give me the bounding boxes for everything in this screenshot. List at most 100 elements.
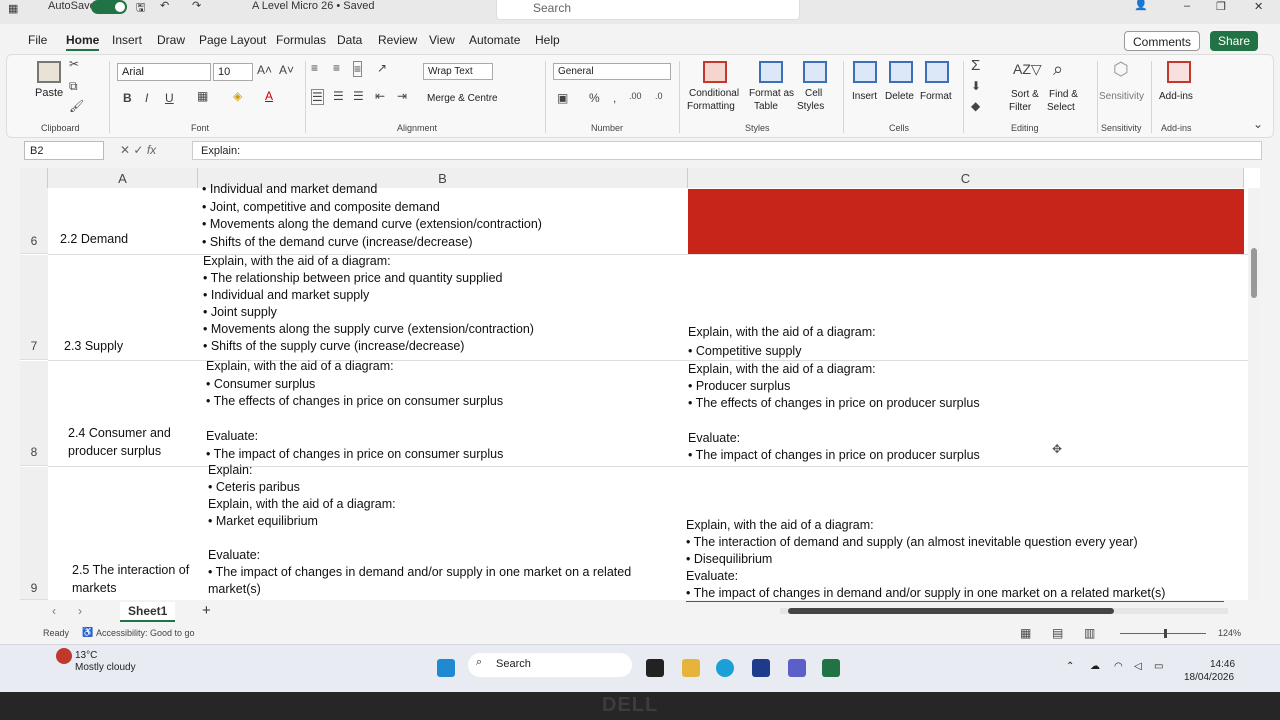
align-center-icon[interactable]: ☰	[333, 89, 344, 103]
undo-icon[interactable]: ↶	[160, 0, 169, 12]
underline-icon[interactable]: U	[165, 91, 174, 105]
worksheet-grid[interactable]: A B C 6 2.2 Demand • Individual and mark…	[20, 168, 1260, 603]
align-left-icon[interactable]: ☰	[311, 89, 324, 105]
align-middle-icon[interactable]: ≡	[333, 61, 340, 75]
accessibility-status[interactable]: Accessibility: Good to go	[96, 628, 195, 638]
clock-time[interactable]: 14:46	[1210, 659, 1235, 670]
insert-cells-button[interactable]: Insert	[852, 91, 877, 102]
cell-c7[interactable]: Explain, with the aid of a diagram: • Co…	[688, 323, 876, 361]
number-format-select[interactable]: General	[553, 63, 671, 80]
next-sheet-icon[interactable]: ›	[78, 604, 82, 618]
accounting-format-icon[interactable]: ▣	[557, 91, 568, 105]
sensitivity-icon[interactable]: ⬡	[1113, 59, 1129, 80]
autosum-icon[interactable]: Σ	[971, 57, 980, 74]
windows-start-icon[interactable]	[437, 659, 455, 677]
font-color-icon[interactable]: A	[265, 89, 273, 103]
accessibility-icon[interactable]: ♿	[82, 627, 93, 638]
wifi-icon[interactable]: ◠	[1114, 661, 1123, 672]
add-sheet-button[interactable]: +	[202, 602, 211, 619]
decrease-font-icon[interactable]: A˅	[279, 63, 294, 77]
paste-icon[interactable]	[37, 61, 61, 83]
cell-b6[interactable]: • Individual and market demand • Joint, …	[202, 181, 542, 251]
font-name-select[interactable]: Arial	[117, 63, 211, 81]
tab-view[interactable]: View	[429, 33, 455, 47]
fill-color-icon[interactable]: ◈	[233, 89, 242, 103]
row-header-8[interactable]: 8	[20, 361, 48, 466]
edge-browser-icon[interactable]	[716, 659, 734, 677]
cut-icon[interactable]: ✂	[69, 57, 79, 71]
tab-data[interactable]: Data	[337, 33, 362, 47]
format-as-table-button[interactable]: Format as	[749, 88, 794, 99]
cell-a9[interactable]: 2.5 The interaction of markets	[72, 561, 189, 597]
tab-draw[interactable]: Draw	[157, 33, 185, 47]
search-input[interactable]: Search	[496, 0, 800, 20]
insert-cells-icon[interactable]	[853, 61, 877, 83]
vertical-scrollbar[interactable]	[1248, 188, 1260, 600]
align-right-icon[interactable]: ☰	[353, 89, 364, 103]
italic-icon[interactable]: I	[145, 91, 148, 105]
excel-taskbar-icon[interactable]	[822, 659, 840, 677]
autosave-toggle[interactable]	[91, 0, 127, 14]
column-header-c[interactable]: C	[688, 168, 1244, 188]
formula-input[interactable]: Explain:	[192, 141, 1262, 160]
comments-button[interactable]: Comments	[1124, 31, 1201, 51]
increase-decimal-icon[interactable]: .00	[629, 91, 642, 101]
cell-b7[interactable]: Explain, with the aid of a diagram: • Th…	[203, 253, 534, 355]
cell-styles-icon[interactable]	[803, 61, 827, 83]
cell-b9[interactable]: Explain: • Ceteris paribus Explain, with…	[208, 462, 631, 598]
clock-date[interactable]: 18/04/2026	[1184, 672, 1234, 683]
format-painter-icon[interactable]: 🖌	[69, 99, 84, 113]
red-filled-cell[interactable]	[688, 189, 1244, 255]
tab-insert[interactable]: Insert	[112, 33, 142, 47]
bold-icon[interactable]: B	[123, 91, 132, 105]
tab-page-layout[interactable]: Page Layout	[199, 33, 266, 47]
increase-indent-icon[interactable]: ⇥	[397, 89, 407, 103]
copy-icon[interactable]: ⧉	[69, 79, 78, 94]
sheet-tab-sheet1[interactable]: Sheet1	[120, 602, 176, 622]
increase-font-icon[interactable]: A˄	[257, 63, 272, 77]
store-icon[interactable]	[752, 659, 770, 677]
redo-icon[interactable]: ↷	[192, 0, 201, 12]
zoom-slider[interactable]	[1120, 629, 1206, 638]
enter-icon[interactable]: ✓	[133, 143, 143, 157]
share-button[interactable]: Share	[1210, 31, 1259, 51]
cancel-icon[interactable]: ✕	[120, 143, 130, 157]
scroll-thumb[interactable]	[1251, 248, 1257, 298]
wrap-text-button[interactable]: Wrap Text	[423, 63, 493, 80]
borders-icon[interactable]: ▦	[197, 89, 208, 103]
prev-sheet-icon[interactable]: ‹	[52, 604, 56, 618]
onedrive-icon[interactable]: ☁	[1090, 661, 1100, 672]
cell-c8[interactable]: Explain, with the aid of a diagram: • Pr…	[688, 361, 980, 464]
name-box[interactable]: B2	[24, 141, 104, 160]
align-top-icon[interactable]: ≡	[311, 61, 318, 75]
decrease-decimal-icon[interactable]: .0	[655, 91, 663, 101]
delete-cells-icon[interactable]	[889, 61, 913, 83]
tab-automate[interactable]: Automate	[469, 33, 520, 47]
clear-icon[interactable]: ◆	[971, 99, 980, 113]
percent-icon[interactable]: %	[589, 91, 600, 105]
row-header-7[interactable]: 7	[20, 255, 48, 360]
save-icon[interactable]: 🖫	[136, 0, 145, 18]
merge-centre-button[interactable]: Merge & Centre	[427, 93, 498, 104]
cell-c9[interactable]: Explain, with the aid of a diagram: • Th…	[686, 517, 1165, 602]
conditional-formatting-icon[interactable]	[703, 61, 727, 83]
add-ins-button[interactable]: Add-ins	[1159, 91, 1193, 102]
select-all-corner[interactable]	[20, 168, 48, 188]
page-layout-view-icon[interactable]: ▤	[1052, 626, 1063, 640]
row-header-6[interactable]: 6	[20, 188, 48, 254]
tab-formulas[interactable]: Formulas	[276, 33, 326, 47]
horizontal-scrollbar[interactable]	[780, 608, 1228, 614]
zoom-level[interactable]: 124%	[1218, 628, 1241, 638]
cell-b8[interactable]: Explain, with the aid of a diagram: • Co…	[206, 358, 503, 463]
tab-file[interactable]: File	[28, 33, 47, 47]
collapse-ribbon-icon[interactable]: ⌄	[1253, 117, 1263, 131]
horizontal-scroll-thumb[interactable]	[788, 608, 1114, 614]
minimize-icon[interactable]: –	[1184, 0, 1190, 12]
file-explorer-icon[interactable]	[682, 659, 700, 677]
decrease-indent-icon[interactable]: ⇤	[375, 89, 385, 103]
zoom-slider-handle[interactable]	[1164, 629, 1167, 638]
sort-filter-icon[interactable]: AZ▽	[1013, 61, 1042, 78]
insert-function-icon[interactable]: fx	[147, 143, 156, 157]
conditional-formatting-button[interactable]: Conditional	[689, 88, 739, 99]
paste-button[interactable]: Paste	[35, 87, 63, 99]
